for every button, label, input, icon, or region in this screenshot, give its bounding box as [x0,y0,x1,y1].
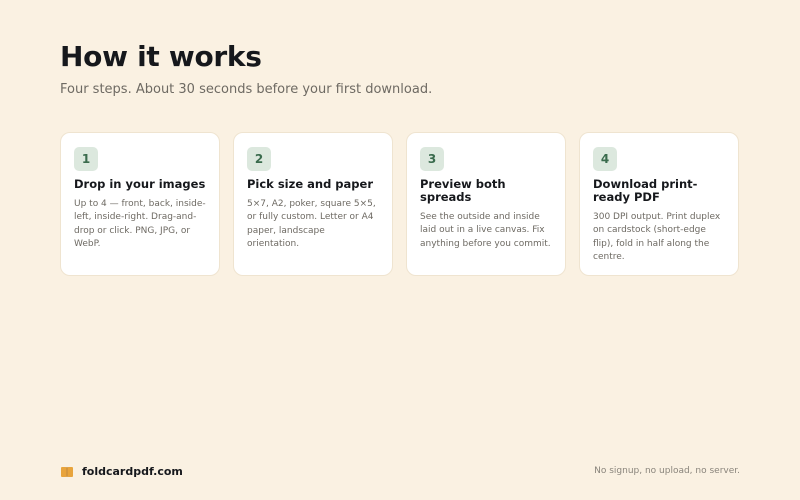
step-description: 5×7, A2, poker, square 5×5, or fully cus… [247,199,376,249]
step-description: See the outside and inside laid out in a… [420,212,551,249]
step-title: Download print-ready PDF [593,177,698,204]
step-title: Pick size and paper [247,177,374,191]
step-card-1: 1 Drop in your images Up to 4 — front, b… [60,132,220,276]
open-book-icon [60,464,74,478]
page-title: How it works [60,40,262,73]
step-title: Preview both spreads [420,177,506,204]
footer: foldcardpdf.com No signup, no upload, no… [60,462,740,480]
brand-name: foldcardpdf.com [82,464,183,478]
step-number-badge: 4 [593,147,617,171]
step-card-2: 2 Pick size and paper 5×7, A2, poker, sq… [233,132,393,276]
footer-note: No signup, no upload, no server. [594,466,740,476]
step-description: Up to 4 — front, back, inside-left, insi… [74,199,206,249]
page-subtitle: Four steps. About 30 seconds before your… [60,82,433,97]
step-card-3: 3 Preview both spreads See the outside a… [406,132,566,276]
step-description: 300 DPI output. Print duplex on cardstoc… [593,212,721,262]
step-title: Drop in your images [74,177,206,191]
step-card-4: 4 Download print-ready PDF 300 DPI outpu… [579,132,739,276]
brand-link[interactable]: foldcardpdf.com [60,464,183,478]
step-number-badge: 1 [74,147,98,171]
steps-row: 1 Drop in your images Up to 4 — front, b… [60,132,739,276]
step-number-badge: 3 [420,147,444,171]
step-number-badge: 2 [247,147,271,171]
